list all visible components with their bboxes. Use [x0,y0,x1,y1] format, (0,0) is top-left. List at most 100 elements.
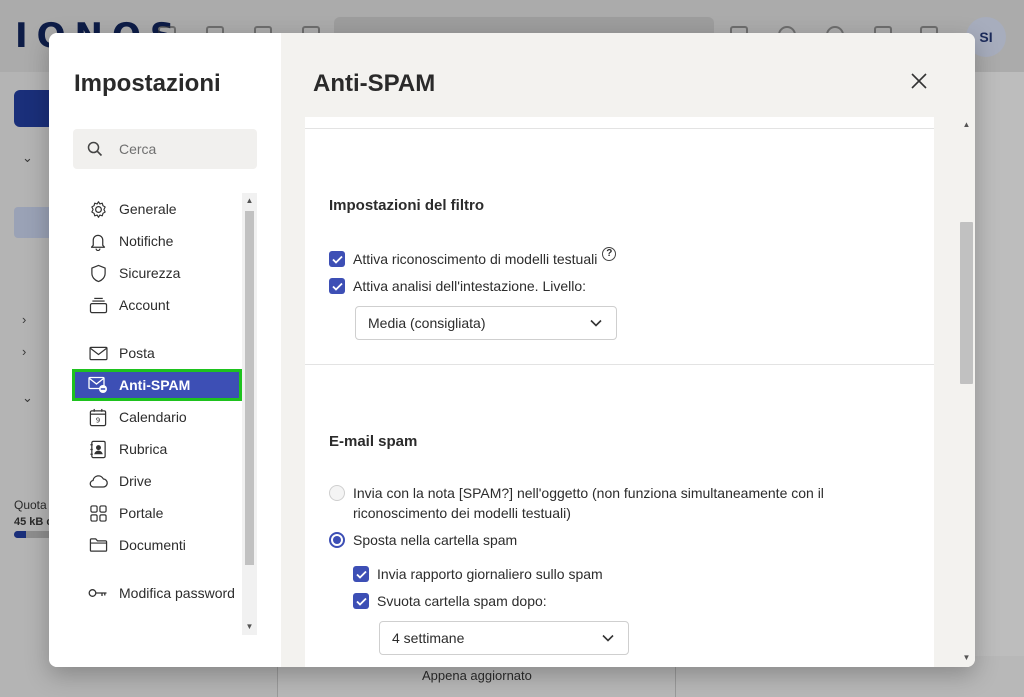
daily-report-label: Invia rapporto giornaliero sullo spam [377,566,603,582]
header-analysis-option: Attiva analisi dell'intestazione. Livell… [329,276,586,296]
settings-modal: Impostazioni Generale Notifiche [49,33,975,667]
section-divider [305,364,934,365]
bell-icon [88,231,108,251]
move-to-spam-option: Sposta nella cartella spam [329,530,517,550]
settings-main: Anti-SPAM Impostazioni del filtro Attiva… [281,33,975,667]
header-analysis-label: Attiva analisi dell'intestazione. Livell… [353,278,587,294]
search-icon [87,141,103,157]
nav-item-modifica-password[interactable]: Modifica password [72,577,242,609]
check-icon [355,570,367,579]
chevron-right-icon: › [22,344,27,359]
text-pattern-checkbox[interactable] [329,251,345,267]
nav-label: Anti-SPAM [119,377,191,393]
chevron-down-icon: ⌄ [22,150,33,165]
close-button[interactable] [909,71,929,91]
empty-after-select-value: 4 settimane [392,630,465,646]
calendar-icon: 9 [88,407,108,427]
section-divider [305,128,934,129]
contacts-icon [88,439,108,459]
nav-item-generale[interactable]: Generale [72,193,242,225]
scroll-up-icon[interactable]: ▲ [960,120,973,129]
nav-label: Rubrica [119,441,168,457]
settings-title: Impostazioni [74,70,221,97]
status-text: Appena aggiornato [422,668,532,683]
check-icon [355,597,367,606]
tag-subject-line2: riconoscimento dei modelli testuali) [353,505,571,521]
chevron-down-icon [590,319,602,327]
nav-item-calendario[interactable]: 9 Calendario [72,401,242,433]
gear-icon [88,199,108,219]
quota-value: 45 kB c [14,516,53,528]
text-pattern-option: Attiva riconoscimento di modelli testual… [329,247,617,269]
nav-item-notifiche[interactable]: Notifiche [72,225,242,257]
nav-label: Portale [119,505,164,521]
nav-label: Calendario [119,409,187,425]
nav-item-posta[interactable]: Posta [72,337,242,369]
move-to-spam-label: Sposta nella cartella spam [353,532,518,548]
chevron-down-icon [602,634,614,642]
folder-icon [88,535,108,555]
tag-subject-option: Invia con la nota [SPAM?] nell'oggetto (… [329,483,824,523]
mail-icon [88,343,108,363]
settings-nav: Generale Notifiche Sicurezza Account Pos… [72,193,242,635]
nav-label: Notifiche [119,233,174,249]
daily-report-option: Invia rapporto giornaliero sullo spam [353,564,603,584]
help-icon[interactable]: ? [602,247,617,261]
cloud-icon [88,471,108,491]
header-analysis-checkbox[interactable] [329,278,345,294]
close-icon [911,73,927,89]
nav-label: Documenti [119,537,186,553]
nav-item-rubrica[interactable]: Rubrica [72,433,242,465]
daily-report-checkbox[interactable] [353,566,369,582]
nav-item-drive[interactable]: Drive [72,465,242,497]
spam-section-title: E-mail spam [329,433,418,450]
search-input[interactable] [119,141,239,157]
calendar-day: 9 [96,415,101,424]
nav-item-portale[interactable]: Portale [72,497,242,529]
move-to-spam-radio[interactable] [329,532,345,548]
content-scrollbar-thumb[interactable] [960,222,973,384]
settings-sidebar: Impostazioni Generale Notifiche [49,33,281,667]
nav-label: Posta [119,345,155,361]
scroll-down-icon[interactable]: ▼ [960,653,973,662]
scroll-down-icon[interactable]: ▼ [242,620,257,634]
empty-folder-option: Svuota cartella spam dopo: [353,591,547,611]
nav-label: Modifica password [119,585,235,601]
level-select[interactable]: Media (consigliata) [355,306,617,340]
tag-subject-radio[interactable] [329,485,345,501]
nav-scrollbar-thumb[interactable] [245,211,254,565]
nav-item-documenti[interactable]: Documenti [72,529,242,561]
quota-info: Quota 45 kB c [14,497,53,530]
tag-subject-label: Invia con la nota [SPAM?] nell'oggetto (… [353,483,824,523]
key-icon [88,583,108,603]
page-title: Anti-SPAM [313,70,436,97]
nav-label: Account [119,297,170,313]
chevron-down-icon: ⌄ [22,390,33,405]
radio-dot [333,536,341,544]
account-stack-icon [88,295,108,315]
nav-label: Generale [119,201,177,217]
shield-icon [88,263,108,283]
chevron-right-icon: › [22,312,27,327]
empty-after-select[interactable]: 4 settimane [379,621,629,655]
quota-label: Quota [14,498,47,512]
nav-label: Sicurezza [119,265,181,281]
grid-icon [88,503,108,523]
nav-item-account[interactable]: Account [72,289,242,321]
nav-item-anti-spam[interactable]: Anti-SPAM [72,369,242,401]
scroll-up-icon[interactable]: ▲ [242,194,257,208]
check-icon [331,282,343,291]
settings-search[interactable] [73,129,257,169]
level-select-value: Media (consigliata) [368,315,486,331]
mail-block-icon [88,375,108,395]
nav-item-sicurezza[interactable]: Sicurezza [72,257,242,289]
nav-label: Drive [119,473,152,489]
tag-subject-line1: Invia con la nota [SPAM?] nell'oggetto (… [353,485,824,501]
quota-bar-fill [14,531,26,538]
empty-folder-label: Svuota cartella spam dopo: [377,593,547,609]
check-icon [331,255,343,264]
settings-content: Impostazioni del filtro Attiva riconosci… [305,117,934,667]
text-pattern-label: Attiva riconoscimento di modelli testual… [353,251,598,267]
quota-bar [14,531,54,538]
empty-folder-checkbox[interactable] [353,593,369,609]
